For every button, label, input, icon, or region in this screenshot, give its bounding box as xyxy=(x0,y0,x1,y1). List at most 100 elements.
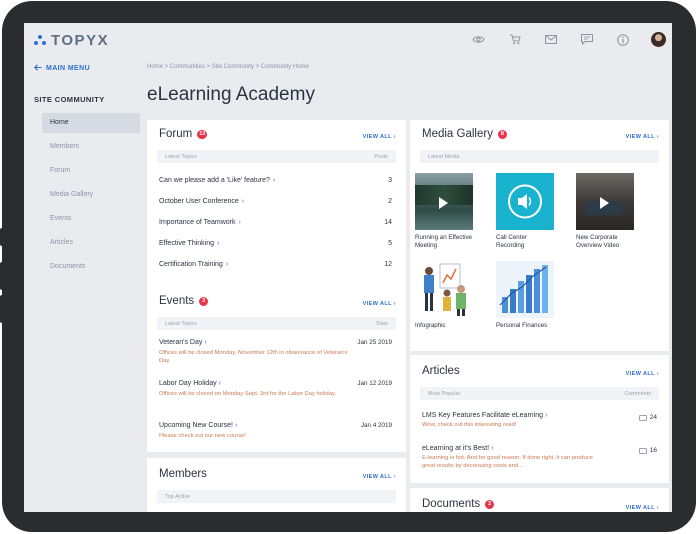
forum-title-text: Forum xyxy=(159,128,193,140)
members-table-header: Top Active xyxy=(157,490,396,503)
articles-view-all-label: VIEW ALL xyxy=(625,371,655,377)
forum-topic: Certification Training xyxy=(159,261,223,268)
events-col-date: Date xyxy=(376,320,388,327)
sidebar: MAIN MENU SITE COMMUNITY Home Members Fo… xyxy=(24,57,146,512)
article-item[interactable]: LMS Key Features Facilitate eLearning › … xyxy=(422,412,657,429)
sidebar-item-articles[interactable]: Articles xyxy=(42,233,140,253)
media-label: Running an Effective Meeting xyxy=(415,234,472,249)
media-label: Personal Finances xyxy=(496,322,548,329)
forum-posts: 14 xyxy=(384,219,392,226)
event-description: Offices will be closed Monday, November … xyxy=(159,350,348,365)
media-item[interactable]: New Corporate Overview Video xyxy=(576,173,634,250)
documents-view-all-link[interactable]: VIEW ALL › xyxy=(626,505,659,511)
comment-icon xyxy=(638,447,647,454)
forum-view-all-link[interactable]: VIEW ALL › xyxy=(363,134,396,140)
media-item[interactable]: Infographic xyxy=(415,261,473,330)
forum-title: Forum 13 xyxy=(159,128,208,140)
sidebar-item-documents[interactable]: Documents xyxy=(42,257,140,277)
comment-icon xyxy=(638,414,647,421)
forum-row[interactable]: October User Conference › 2 xyxy=(159,198,392,205)
members-title-text: Members xyxy=(159,468,207,480)
chat-icon[interactable] xyxy=(579,32,594,47)
event-description: Offices will be closed on Monday Sept. 3… xyxy=(159,391,337,397)
forum-posts: 5 xyxy=(388,240,392,247)
tablet-side-button xyxy=(0,262,5,290)
documents-card: Documents 2 VIEW ALL › xyxy=(410,488,669,512)
logo[interactable]: TOPYX xyxy=(34,32,109,49)
event-title: Veteran's Day xyxy=(159,339,203,346)
articles-table-header: Most Popular Comments xyxy=(420,387,659,400)
event-item[interactable]: Veteran's Day › Jan 25 2019 Offices will… xyxy=(159,339,392,365)
page-title: eLearning Academy xyxy=(147,84,315,105)
forum-row[interactable]: Effective Thinking › 5 xyxy=(159,240,392,247)
chevron-right-icon: › xyxy=(238,219,241,226)
chevron-right-icon: › xyxy=(393,301,396,307)
forum-topic: Effective Thinking xyxy=(159,240,214,247)
sidebar-item-home[interactable]: Home xyxy=(42,113,140,133)
media-item[interactable]: Running an Effective Meeting xyxy=(415,173,473,250)
top-icons xyxy=(471,32,666,47)
media-label: Infographic xyxy=(415,322,446,329)
forum-topic: October User Conference xyxy=(159,198,239,205)
chevron-right-icon: › xyxy=(218,380,221,387)
forum-topic: Can we please add a 'Like' feature? xyxy=(159,177,270,184)
documents-view-all-label: VIEW ALL xyxy=(625,505,655,511)
members-view-all-link[interactable]: VIEW ALL › xyxy=(363,474,396,480)
event-description: Please check out our new course! xyxy=(159,433,247,439)
media-view-all-label: VIEW ALL xyxy=(625,134,655,140)
main-menu-label: MAIN MENU xyxy=(46,65,91,72)
chevron-right-icon: › xyxy=(656,505,659,511)
forum-row[interactable]: Certification Training › 12 xyxy=(159,261,392,268)
events-col-topics: Latest Topics xyxy=(165,320,198,327)
sidebar-item-forum[interactable]: Forum xyxy=(42,161,140,181)
forum-row[interactable]: Can we please add a 'Like' feature? › 3 xyxy=(159,177,392,184)
breadcrumb[interactable]: Home > Communities > Site Community > Co… xyxy=(147,64,309,70)
top-bar: TOPYX xyxy=(24,23,672,57)
info-icon[interactable] xyxy=(615,32,630,47)
sidebar-item-media-gallery[interactable]: Media Gallery xyxy=(42,185,140,205)
event-item[interactable]: Labor Day Holiday › Jan 12 2019 Offices … xyxy=(159,380,392,398)
chevron-right-icon: › xyxy=(656,134,659,140)
mail-icon[interactable] xyxy=(543,32,558,47)
media-gallery-card: Media Gallery 8 VIEW ALL › Latest Media … xyxy=(410,120,669,351)
arrow-left-icon xyxy=(34,64,42,73)
media-thumbnail xyxy=(415,173,473,230)
documents-title-text: Documents xyxy=(422,498,481,510)
event-date: Jan 12 2019 xyxy=(357,380,392,387)
sidebar-item-members[interactable]: Members xyxy=(42,137,140,157)
chevron-right-icon: › xyxy=(393,474,396,480)
media-badge: 8 xyxy=(497,129,507,139)
media-view-all-link[interactable]: VIEW ALL › xyxy=(626,134,659,140)
article-comment-count: 24 xyxy=(649,414,657,421)
articles-card: Articles VIEW ALL › Most Popular Comment… xyxy=(410,355,669,483)
members-col-top-active: Top Active xyxy=(165,493,191,500)
event-item[interactable]: Upcoming New Course! › Jan 4 2019 Please… xyxy=(159,422,392,440)
eye-icon[interactable] xyxy=(471,32,486,47)
article-title: LMS Key Features Facilitate eLearning xyxy=(422,412,544,419)
forum-view-all-label: VIEW ALL xyxy=(362,134,392,140)
chevron-right-icon: › xyxy=(217,240,220,247)
article-item[interactable]: eLearning at it's Best! › E-learning is … xyxy=(422,445,657,470)
cart-icon[interactable] xyxy=(507,32,522,47)
events-card: Events 3 VIEW ALL › Latest Topics Date V… xyxy=(147,287,406,452)
media-table-header: Latest Media xyxy=(420,150,659,163)
sidebar-item-events[interactable]: Events xyxy=(42,209,140,229)
events-badge: 3 xyxy=(199,296,209,306)
articles-col-popular: Most Popular xyxy=(428,390,461,397)
media-item[interactable]: Personal Finances xyxy=(496,261,554,330)
articles-view-all-link[interactable]: VIEW ALL › xyxy=(626,371,659,377)
articles-col-comments: Comments xyxy=(624,390,651,397)
events-view-all-link[interactable]: VIEW ALL › xyxy=(363,301,396,307)
media-item[interactable]: Call Center Recording xyxy=(496,173,554,250)
media-label: Call Center Recording xyxy=(496,234,527,249)
articles-title: Articles xyxy=(422,365,460,377)
finance-chart-image xyxy=(499,265,548,313)
forum-row[interactable]: Importance of Teamwork › 14 xyxy=(159,219,392,226)
article-comment-count: 16 xyxy=(649,447,657,454)
chevron-right-icon: › xyxy=(241,198,245,205)
forum-col-posts: Posts xyxy=(374,153,388,160)
article-comments: 16 xyxy=(638,447,657,454)
avatar[interactable] xyxy=(651,32,666,47)
main-menu-link[interactable]: MAIN MENU xyxy=(34,64,90,73)
forum-col-topics: Latest Topics xyxy=(165,153,198,160)
